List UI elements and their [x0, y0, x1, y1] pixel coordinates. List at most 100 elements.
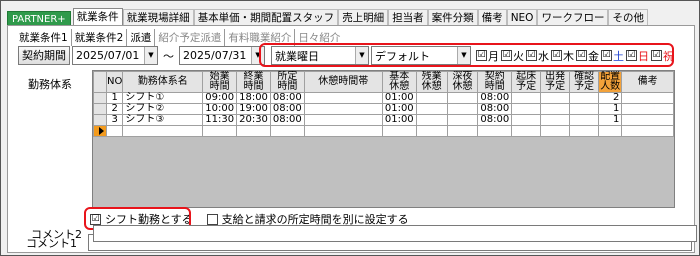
- cell-staff-count[interactable]: [598, 125, 623, 137]
- row-header[interactable]: [93, 114, 107, 126]
- tab-uriage-meisai[interactable]: 売上明細: [338, 9, 389, 26]
- cell-start[interactable]: [202, 125, 238, 137]
- tab-anken-bunrui[interactable]: 案件分類: [427, 9, 478, 26]
- cell-note[interactable]: [621, 125, 674, 137]
- comment2-label: コメント2: [31, 227, 82, 241]
- cell-confirm[interactable]: [569, 114, 600, 126]
- cell-no[interactable]: 2: [105, 103, 124, 115]
- cell-fixed[interactable]: 08:00: [269, 103, 305, 115]
- col-basic-break: 基本 休憩: [381, 71, 417, 93]
- cell-depart[interactable]: [540, 103, 571, 115]
- col-note: 備考: [621, 71, 674, 93]
- shift-grid: NO 勤務体系名 始業 時間 終業 時間 所定 時間 休憩時間帯 基本 休憩 残業 休憩 …: [92, 70, 675, 208]
- cell-end[interactable]: 18:00: [236, 92, 271, 104]
- new-row[interactable]: [93, 125, 674, 137]
- cell-wake[interactable]: [511, 92, 542, 104]
- cell-start[interactable]: 10:00: [202, 103, 238, 115]
- tab-workflow[interactable]: ワークフロー: [537, 9, 609, 26]
- shift-table: NO 勤務体系名 始業 時間 終業 時間 所定 時間 休憩時間帯 基本 休憩 残業 休憩 …: [93, 71, 674, 137]
- cell-end[interactable]: 20:30: [236, 114, 271, 126]
- end-date-select[interactable]: 2025/07/31 ▼: [179, 46, 265, 65]
- cell-staff-count[interactable]: 1: [598, 114, 623, 126]
- tab-biko[interactable]: 備考: [477, 9, 507, 26]
- cell-note[interactable]: [621, 103, 674, 115]
- cell-contract-time[interactable]: [477, 125, 513, 137]
- comment2-input[interactable]: [93, 225, 697, 242]
- col-name: 勤務体系名: [122, 71, 204, 93]
- cell-staff-count[interactable]: 1: [598, 103, 623, 115]
- cell-contract-time[interactable]: 08:00: [477, 103, 513, 115]
- tab-panel: 就業条件1 就業条件2 派遣 紹介予定派遣 有料職業紹介 日々紹介 契約期間 2…: [7, 25, 695, 253]
- cell-break-band[interactable]: [303, 92, 383, 104]
- end-date-value: 2025/07/31: [183, 49, 247, 62]
- tab-shugyo-joken[interactable]: 就業条件: [72, 8, 123, 26]
- cell-wake[interactable]: [511, 103, 542, 115]
- tab-genba-shosai[interactable]: 就業現場詳細: [122, 9, 194, 26]
- col-night-break: 深夜 休憩: [446, 71, 479, 93]
- cell-end[interactable]: [236, 125, 271, 137]
- tab-kihon-tanka[interactable]: 基本単価・期間配置スタッフ: [193, 9, 339, 26]
- table-row[interactable]: 1 シフト① 09:00 18:00 08:00 01:00 08:00 2: [93, 92, 674, 104]
- cell-contract-time[interactable]: 08:00: [477, 114, 513, 126]
- cell-note[interactable]: [621, 92, 674, 104]
- table-row[interactable]: 2 シフト② 10:00 19:00 08:00 01:00 08:00 1: [93, 103, 674, 115]
- start-date-select[interactable]: 2025/07/01 ▼: [72, 46, 158, 65]
- subtab-joken2[interactable]: 就業条件2: [72, 29, 128, 46]
- cell-break-band[interactable]: [303, 114, 383, 126]
- cell-name[interactable]: シフト②: [122, 103, 204, 115]
- checkbox-icon[interactable]: [206, 213, 218, 225]
- cell-overtime-break[interactable]: [415, 92, 448, 104]
- cell-basic-break[interactable]: [381, 125, 417, 137]
- cell-no[interactable]: 1: [105, 92, 124, 104]
- row-header[interactable]: [93, 103, 107, 115]
- cell-depart[interactable]: [540, 92, 571, 104]
- cell-basic-break[interactable]: 01:00: [381, 114, 417, 126]
- cell-no[interactable]: 3: [105, 114, 124, 126]
- cell-name[interactable]: シフト①: [122, 92, 204, 104]
- cell-name[interactable]: [122, 125, 204, 137]
- cell-night-break[interactable]: [446, 92, 479, 104]
- contract-period-button[interactable]: 契約期間: [18, 46, 70, 65]
- cell-confirm[interactable]: [569, 92, 600, 104]
- cell-start[interactable]: 11:30: [202, 114, 238, 126]
- cell-overtime-break[interactable]: [415, 103, 448, 115]
- cell-night-break[interactable]: [446, 103, 479, 115]
- cell-note[interactable]: [621, 114, 674, 126]
- cell-end[interactable]: 19:00: [236, 103, 271, 115]
- section-label-kinmu: 勤務体系: [28, 78, 72, 91]
- cell-start[interactable]: 09:00: [202, 92, 238, 104]
- tab-tantosha[interactable]: 担当者: [388, 9, 428, 26]
- cell-no[interactable]: [105, 125, 124, 137]
- cell-basic-break[interactable]: 01:00: [381, 92, 417, 104]
- cell-depart[interactable]: [540, 114, 571, 126]
- table-row[interactable]: 3 シフト③ 11:30 20:30 08:00 01:00 08:00 1: [93, 114, 674, 126]
- cell-depart[interactable]: [540, 125, 571, 137]
- col-no: NO: [105, 71, 124, 93]
- cell-fixed[interactable]: 08:00: [269, 114, 305, 126]
- cell-contract-time[interactable]: 08:00: [477, 92, 513, 104]
- tab-sonota[interactable]: その他: [608, 9, 648, 26]
- cell-confirm[interactable]: [569, 125, 600, 137]
- cell-basic-break[interactable]: 01:00: [381, 103, 417, 115]
- subtab-joken1[interactable]: 就業条件1: [16, 29, 72, 46]
- cell-overtime-break[interactable]: [415, 114, 448, 126]
- cell-break-band[interactable]: [303, 103, 383, 115]
- row-header[interactable]: [93, 92, 107, 104]
- cell-confirm[interactable]: [569, 103, 600, 115]
- cell-wake[interactable]: [511, 114, 542, 126]
- cell-wake[interactable]: [511, 125, 542, 137]
- cell-fixed[interactable]: 08:00: [269, 92, 305, 104]
- subtab-haken[interactable]: 派遣: [127, 29, 156, 46]
- cell-fixed[interactable]: [269, 125, 305, 137]
- cell-staff-count[interactable]: 2: [598, 92, 623, 104]
- cell-night-break[interactable]: [446, 125, 479, 137]
- cell-overtime-break[interactable]: [415, 125, 448, 137]
- row-header-current[interactable]: [93, 125, 107, 137]
- cell-night-break[interactable]: [446, 114, 479, 126]
- cell-break-band[interactable]: [303, 125, 383, 137]
- cell-name[interactable]: シフト③: [122, 114, 204, 126]
- subtab-shokai-yotei[interactable]: 紹介予定派遣: [155, 29, 226, 46]
- row-header-corner: [93, 71, 107, 93]
- col-break-band: 休憩時間帯: [303, 71, 383, 93]
- tab-neo[interactable]: NEO: [506, 9, 538, 26]
